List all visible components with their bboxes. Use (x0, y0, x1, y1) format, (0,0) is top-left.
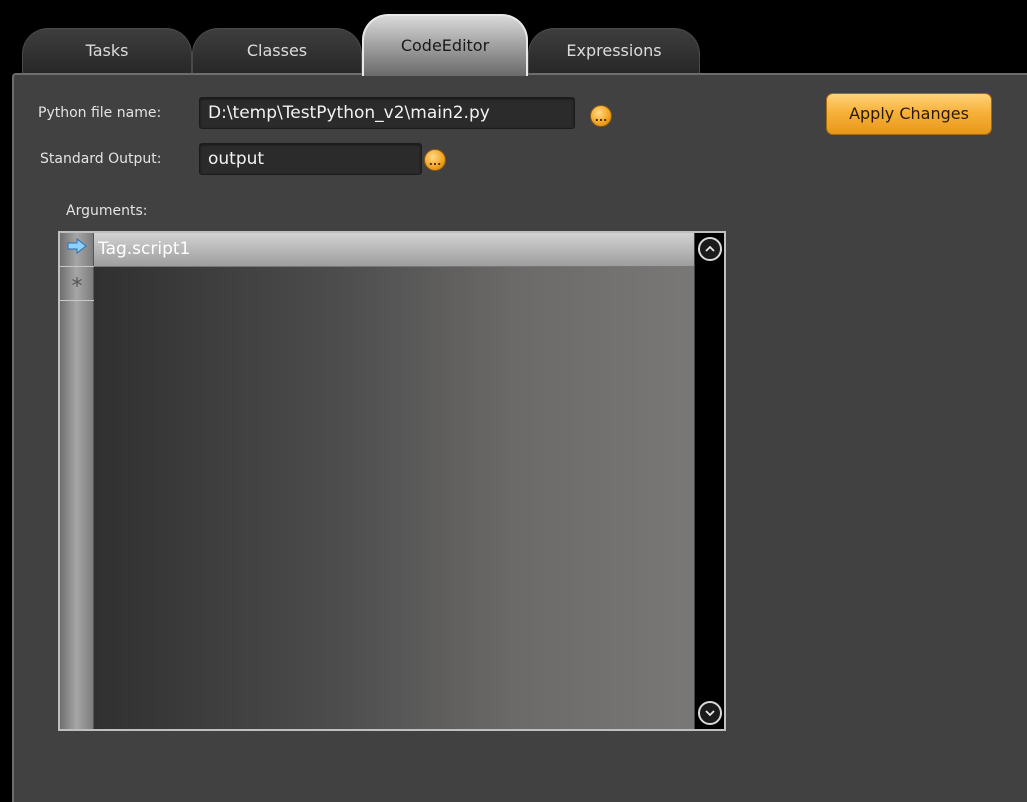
code-editor-panel: Python file name: D:\temp\TestPython_v2\… (12, 73, 1027, 802)
arguments-grid[interactable]: Tag.script1 (58, 231, 726, 731)
tab-expressions-label: Expressions (566, 41, 662, 60)
tab-classes-label: Classes (246, 41, 308, 60)
python-file-label: Python file name: (38, 105, 162, 121)
tab-expressions[interactable]: Expressions (528, 28, 700, 74)
grid-rows-area: Tag.script1 (94, 233, 696, 729)
row-header-column (60, 233, 94, 729)
grid-scrollbar[interactable] (694, 233, 724, 729)
tab-codeeditor-label: CodeEditor (400, 36, 490, 55)
scroll-down-button[interactable] (698, 701, 722, 725)
python-file-field[interactable]: D:\temp\TestPython_v2\main2.py (199, 97, 575, 129)
scroll-up-button[interactable] (698, 237, 722, 261)
arrow-right-icon (67, 237, 87, 255)
standard-output-browse-button[interactable]: ... (424, 149, 446, 171)
tab-tasks[interactable]: Tasks (22, 28, 192, 74)
argument-value: Tag.script1 (98, 239, 191, 259)
app-window: Tasks Classes CodeEditor Expressions Pyt… (0, 0, 1027, 802)
tab-tasks-label: Tasks (85, 41, 129, 60)
chevron-up-icon (705, 245, 715, 252)
current-row-indicator[interactable] (60, 233, 94, 267)
arguments-label: Arguments: (66, 203, 148, 219)
tab-codeeditor[interactable]: CodeEditor (362, 14, 528, 76)
new-row-indicator[interactable] (60, 267, 94, 301)
python-file-browse-button[interactable]: ... (590, 105, 612, 127)
standard-output-label: Standard Output: (40, 151, 162, 167)
argument-row[interactable]: Tag.script1 (94, 233, 696, 267)
chevron-down-icon (705, 710, 715, 717)
tab-classes[interactable]: Classes (192, 28, 362, 74)
standard-output-field[interactable]: output (199, 143, 422, 175)
apply-changes-button[interactable]: Apply Changes (826, 93, 992, 135)
asterisk-icon (72, 277, 82, 287)
